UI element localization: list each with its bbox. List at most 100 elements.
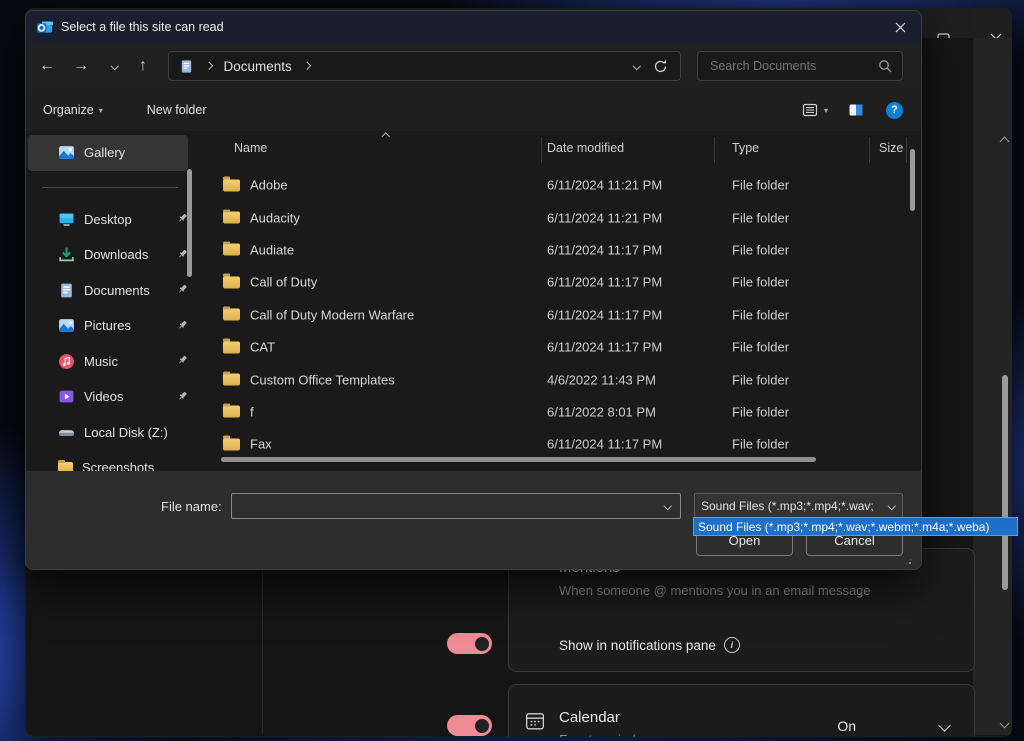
- calendar-card[interactable]: Calendar Event reminders On: [508, 684, 975, 737]
- sidebar-item-label: Videos: [84, 389, 124, 404]
- file-type: File folder: [732, 178, 789, 193]
- app-scrollbar-thumb[interactable]: [1002, 375, 1008, 590]
- file-name-input[interactable]: [231, 493, 681, 519]
- address-bar[interactable]: Documents: [168, 51, 681, 81]
- desktop-icon: [58, 211, 75, 228]
- file-date: 6/11/2024 11:17 PM: [547, 242, 662, 257]
- sidebar-item-label: Gallery: [84, 145, 125, 160]
- folder-icon: [223, 179, 240, 191]
- help-icon[interactable]: ?: [886, 102, 903, 119]
- file-type-select[interactable]: Sound Files (*.mp3;*.mp4;*.wav;: [694, 493, 903, 519]
- search-box[interactable]: [697, 51, 903, 81]
- calendar-title: Calendar: [559, 709, 620, 726]
- videos-icon: [58, 388, 75, 405]
- forward-button[interactable]: →: [68, 43, 94, 89]
- up-button[interactable]: ↑: [130, 43, 156, 89]
- sidebar-divider: [42, 187, 178, 188]
- address-dropdown-icon[interactable]: [632, 62, 640, 70]
- table-row[interactable]: Custom Office Templates 4/6/2022 11:43 P…: [211, 363, 911, 395]
- chevron-down-icon: [111, 62, 119, 70]
- folder-icon: [223, 276, 240, 288]
- file-type: File folder: [732, 404, 789, 419]
- sidebar-item-label: Pictures: [84, 318, 131, 333]
- back-button[interactable]: ←: [34, 43, 60, 89]
- outlook-logo-icon: [36, 19, 53, 36]
- sidebar-item-videos[interactable]: Videos: [26, 379, 206, 415]
- sidebar-item-gallery[interactable]: Gallery: [28, 135, 188, 171]
- file-type: File folder: [732, 437, 789, 452]
- sidebar-item-music[interactable]: Music: [26, 344, 206, 380]
- new-folder-button[interactable]: New folder: [147, 103, 207, 117]
- dialog-titlebar[interactable]: Select a file this site can read: [26, 11, 921, 43]
- calendar-state-label: On: [837, 718, 856, 734]
- sidebar-item-label: Desktop: [84, 212, 132, 227]
- table-row[interactable]: Adobe 6/11/2024 11:21 PM File folder: [211, 169, 911, 201]
- file-type-selected-value: Sound Files (*.mp3;*.mp4;*.wav;: [701, 499, 874, 513]
- pin-icon: [177, 283, 188, 298]
- file-name: Call of Duty Modern Warfare: [250, 307, 414, 322]
- mentions-description: When someone @ mentions you in an email …: [559, 583, 871, 598]
- pin-icon: [177, 318, 188, 333]
- file-type: File folder: [732, 210, 789, 225]
- file-name: CAT: [250, 340, 275, 355]
- table-row[interactable]: f 6/11/2022 8:01 PM File folder: [211, 396, 911, 428]
- view-caret-icon[interactable]: ▾: [824, 106, 828, 115]
- chevron-down-icon[interactable]: [938, 719, 951, 732]
- dialog-title: Select a file this site can read: [61, 20, 224, 34]
- column-divider[interactable]: [541, 137, 542, 163]
- table-row[interactable]: CAT 6/11/2024 11:17 PM File folder: [211, 331, 911, 363]
- calendar-description: Event reminders: [559, 732, 654, 737]
- preview-pane-icon[interactable]: [848, 102, 864, 118]
- list-scrollbar-thumb[interactable]: [910, 149, 915, 211]
- column-divider[interactable]: [714, 137, 715, 163]
- folder-icon: [223, 341, 240, 353]
- dialog-close-button[interactable]: [885, 16, 915, 38]
- horizontal-scrollbar-thumb[interactable]: [221, 457, 816, 462]
- file-type-dropdown-option[interactable]: Sound Files (*.mp3;*.mp4;*.wav;*.webm;*.…: [693, 517, 1018, 536]
- notifications-toggle[interactable]: [447, 633, 492, 654]
- sidebar-item-documents[interactable]: Documents: [26, 273, 206, 309]
- file-date: 6/11/2022 8:01 PM: [547, 404, 656, 419]
- dialog-main-area: Gallery Desktop: [26, 131, 921, 471]
- table-row[interactable]: Fax 6/11/2024 11:17 PM File folder: [211, 428, 911, 460]
- folder-icon: [223, 244, 240, 256]
- organize-button[interactable]: Organize: [43, 103, 94, 117]
- info-icon[interactable]: i: [724, 637, 740, 653]
- search-input[interactable]: [708, 58, 862, 74]
- recent-locations-button[interactable]: [102, 43, 128, 89]
- table-row[interactable]: Call of Duty Modern Warfare 6/11/2024 11…: [211, 299, 911, 331]
- calendar-toggle[interactable]: [447, 715, 492, 736]
- resize-grip[interactable]: [904, 557, 913, 566]
- table-row[interactable]: Call of Duty 6/11/2024 11:17 PM File fol…: [211, 266, 911, 298]
- sidebar-item-downloads[interactable]: Downloads: [26, 237, 206, 273]
- up-icon: ↑: [139, 57, 147, 75]
- file-list: Adobe 6/11/2024 11:21 PM File folder Aud…: [211, 169, 911, 461]
- file-name: Fax: [250, 437, 272, 452]
- refresh-icon[interactable]: [653, 59, 668, 74]
- search-icon: [878, 59, 892, 73]
- file-type: File folder: [732, 372, 789, 387]
- sidebar-item-local-disk-z[interactable]: Local Disk (Z:): [26, 415, 206, 451]
- breadcrumb-documents[interactable]: Documents: [224, 59, 292, 74]
- navigation-pane: Gallery Desktop: [26, 131, 206, 471]
- sidebar-item-pictures[interactable]: Pictures: [26, 308, 206, 344]
- folder-icon: [223, 406, 240, 418]
- column-header-size[interactable]: Size: [879, 133, 903, 163]
- view-details-icon[interactable]: [802, 102, 818, 118]
- sort-ascending-icon[interactable]: [382, 133, 390, 141]
- column-header-name[interactable]: Name: [234, 133, 267, 163]
- file-name: Custom Office Templates: [250, 372, 395, 387]
- column-header-type[interactable]: Type: [732, 133, 759, 163]
- file-type: File folder: [732, 275, 789, 290]
- column-divider[interactable]: [906, 137, 907, 163]
- table-row[interactable]: Audacity 6/11/2024 11:21 PM File folder: [211, 201, 911, 233]
- chevron-down-icon[interactable]: [663, 502, 671, 510]
- table-row[interactable]: Audiate 6/11/2024 11:17 PM File folder: [211, 234, 911, 266]
- documents-icon: [179, 59, 194, 74]
- file-name: Audacity: [250, 210, 300, 225]
- column-divider[interactable]: [869, 137, 870, 163]
- sidebar-scrollbar-thumb[interactable]: [187, 169, 192, 277]
- sidebar-item-desktop[interactable]: Desktop: [26, 202, 206, 238]
- column-header-date-modified[interactable]: Date modified: [547, 133, 624, 163]
- file-type: File folder: [732, 242, 789, 257]
